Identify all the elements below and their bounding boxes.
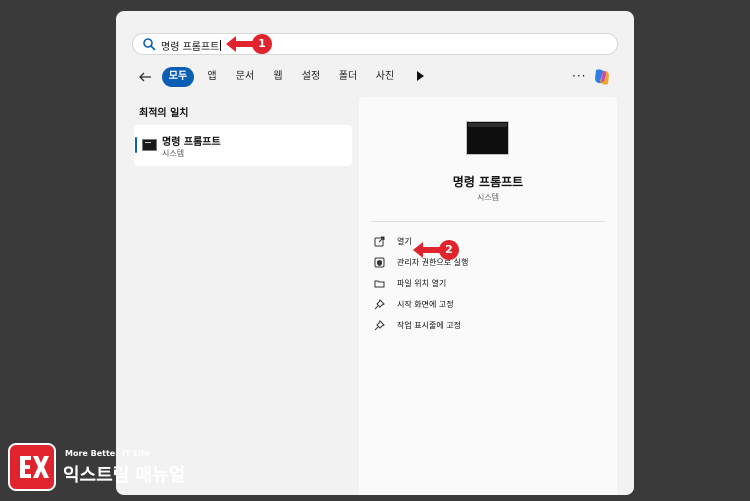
- action-pin-to-taskbar[interactable]: 작업 표시줄에 고정: [372, 316, 602, 337]
- callout-1: 1: [226, 34, 276, 54]
- logo-ex-icon: [20, 456, 49, 478]
- logo-badge: [8, 443, 56, 491]
- detail-pane: 명령 프롬프트 시스템 열기 관리자 권한으로 실행 파일 위치 열기 시작 화…: [359, 97, 617, 495]
- filter-all[interactable]: 모두: [162, 67, 194, 87]
- filter-web[interactable]: 웹: [266, 67, 290, 87]
- search-query-text: 명령 프롬프트: [161, 42, 220, 53]
- search-box[interactable]: 명령 프롬프트: [132, 33, 618, 55]
- action-label: 열기: [397, 237, 412, 246]
- open-external-icon: [374, 236, 385, 247]
- divider: [371, 221, 605, 222]
- action-run-as-admin[interactable]: 관리자 권한으로 실행: [372, 253, 602, 274]
- callout-number: 2: [439, 240, 459, 260]
- watermark-logo: More Better IT Life 익스트림 매뉴얼: [8, 443, 198, 493]
- back-arrow-icon[interactable]: [138, 70, 152, 84]
- selection-indicator: [135, 137, 137, 153]
- callout-number: 1: [252, 34, 272, 54]
- start-search-panel: 명령 프롬프트 1 모두 앱 문서 웹 설정 폴더 사진 ··· 최적의 일치 …: [116, 11, 634, 495]
- action-label: 파일 위치 열기: [397, 279, 447, 288]
- action-pin-to-start[interactable]: 시작 화면에 고정: [372, 295, 602, 316]
- results-list: 최적의 일치 명령 프롬프트 시스템: [134, 97, 354, 166]
- pin-icon: [374, 320, 385, 331]
- search-icon: [143, 38, 156, 51]
- watermark-name: 익스트림 매뉴얼: [63, 465, 186, 486]
- more-options-button[interactable]: ···: [572, 69, 586, 83]
- pin-icon: [374, 299, 385, 310]
- filter-settings[interactable]: 설정: [295, 67, 327, 87]
- detail-title: 명령 프롬프트: [452, 175, 524, 189]
- command-prompt-large-icon: [466, 121, 509, 155]
- action-label: 작업 표시줄에 고정: [397, 321, 461, 330]
- best-match-name: 명령 프롬프트: [162, 137, 221, 148]
- copilot-icon[interactable]: [592, 67, 612, 87]
- action-label: 시작 화면에 고정: [397, 300, 454, 309]
- watermark-tagline: More Better IT Life: [65, 449, 150, 458]
- filter-folders[interactable]: 폴더: [332, 67, 364, 87]
- filter-apps[interactable]: 앱: [200, 67, 224, 87]
- text-caret: [220, 40, 222, 51]
- best-match-heading: 최적의 일치: [139, 108, 189, 119]
- shield-icon: [374, 257, 385, 268]
- filter-documents[interactable]: 문서: [229, 67, 261, 87]
- callout-2: 2: [413, 240, 463, 260]
- detail-subtitle: 시스템: [476, 193, 500, 202]
- search-input[interactable]: 명령 프롬프트: [161, 38, 222, 53]
- folder-icon: [374, 280, 385, 288]
- action-open[interactable]: 열기: [372, 232, 602, 253]
- command-prompt-icon: [142, 139, 157, 151]
- best-match-type: 시스템: [162, 149, 185, 158]
- more-filters-arrow-icon[interactable]: [417, 71, 424, 81]
- action-open-file-location[interactable]: 파일 위치 열기: [372, 274, 602, 295]
- filter-bar: 모두 앱 문서 웹 설정 폴더 사진 ···: [136, 66, 616, 88]
- best-match-item[interactable]: 명령 프롬프트 시스템: [134, 125, 352, 166]
- action-list: 열기 관리자 권한으로 실행 파일 위치 열기 시작 화면에 고정 작업 표시줄…: [372, 232, 602, 337]
- filter-photos[interactable]: 사진: [369, 67, 401, 87]
